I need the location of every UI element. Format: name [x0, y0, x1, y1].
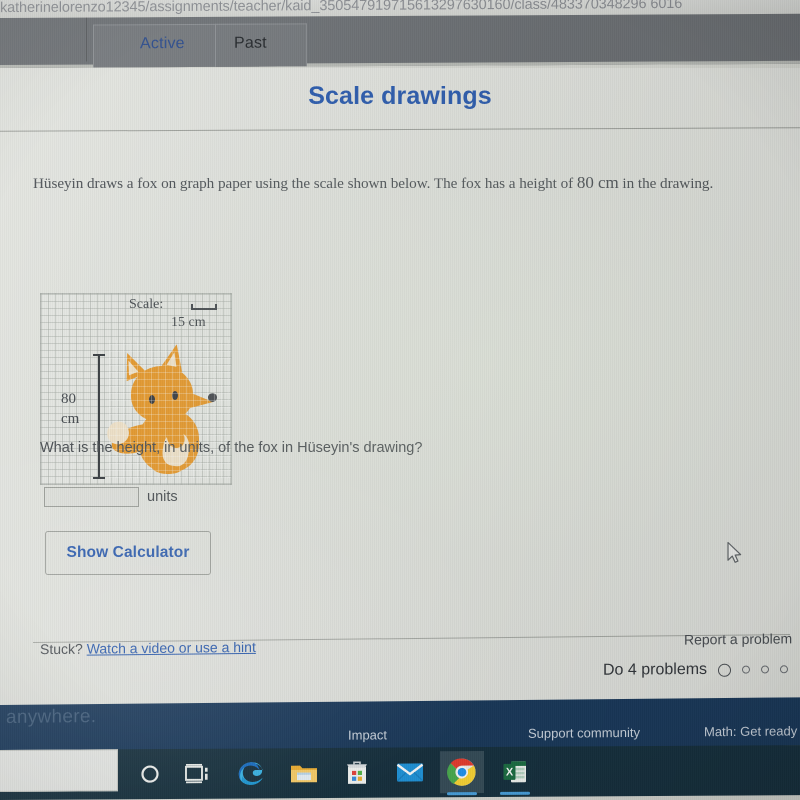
footer-link-impact[interactable]: Impact — [348, 727, 387, 742]
url-text: katherinelorenzo12345/assignments/teache… — [0, 0, 683, 17]
answer-row: units — [44, 487, 178, 507]
exercise-page: Scale drawings Hüseyin draws a fox on gr… — [0, 68, 800, 705]
prompt-text-part1: Hüseyin draws a fox on graph paper using… — [33, 175, 577, 192]
fox-eye-right — [172, 391, 178, 400]
fox-eye-left — [149, 395, 155, 404]
chrome-running-indicator — [447, 792, 477, 796]
title-divider — [0, 127, 800, 132]
watch-video-hint-link[interactable]: Watch a video or use a hint — [87, 639, 256, 657]
report-problem-link[interactable]: Report a problem — [684, 630, 792, 647]
mail-icon[interactable] — [388, 751, 432, 793]
answer-input[interactable] — [44, 487, 139, 507]
stuck-prefix: Stuck? — [40, 640, 83, 658]
scale-tick-marker-icon — [191, 304, 217, 310]
footer-link-math-get-ready[interactable]: Math: Get ready — [704, 723, 797, 739]
chrome-icon[interactable] — [440, 751, 484, 796]
site-footer: anywhere. Impact Support community Math:… — [0, 697, 800, 753]
svg-text:X: X — [506, 766, 514, 778]
height-measure-bar-icon — [93, 354, 105, 479]
excel-icon[interactable]: X — [493, 751, 537, 795]
tab-past-label: Past — [234, 34, 267, 52]
scale-label: Scale: — [129, 297, 164, 312]
file-explorer-icon[interactable] — [282, 752, 326, 794]
prompt-text-part2: in the drawing. — [618, 175, 714, 192]
height-measure-unit: cm — [61, 411, 80, 428]
question-text: What is the height, in units, of the fox… — [40, 440, 423, 456]
scale-drawing-figure: Scale: 15 cm 80 cm — [40, 293, 232, 485]
height-measure-number: 80 — [61, 391, 76, 407]
answer-units-label: units — [147, 489, 178, 505]
show-calculator-button[interactable]: Show Calculator — [45, 531, 211, 575]
taskbar-search-box[interactable] — [0, 749, 118, 793]
progress-dot-1[interactable] — [718, 663, 731, 677]
progress-dot-4[interactable] — [780, 665, 788, 674]
cortana-icon[interactable] — [128, 753, 172, 795]
screen-photo: katherinelorenzo12345/assignments/teache… — [0, 0, 800, 800]
height-measure-label: 80 cm — [61, 389, 79, 430]
do-problems-label: Do 4 problems — [602, 660, 707, 679]
footer-ghost-text: anywhere. — [6, 706, 97, 728]
chrome-divider-left — [86, 17, 87, 62]
progress-dot-2[interactable] — [742, 665, 750, 674]
problem-prompt: Hüseyin draws a fox on graph paper using… — [33, 173, 793, 193]
tab-active-label: Active — [140, 35, 185, 53]
footer-link-support-community[interactable]: Support community — [528, 725, 640, 741]
progress-dot-3[interactable] — [761, 665, 769, 674]
scale-value-label: 15 cm — [171, 315, 206, 330]
do-problems-group: Do 4 problems — [603, 660, 788, 679]
stuck-hint-row: Stuck? Watch a video or use a hint — [40, 639, 256, 657]
page-title: Scale drawings — [308, 82, 492, 110]
prompt-height-value: 80 cm — [576, 173, 619, 192]
excel-running-indicator — [500, 791, 530, 795]
windows-taskbar: X — [0, 745, 800, 800]
browser-tab-strip: Active Past — [0, 13, 800, 68]
task-view-icon[interactable] — [176, 753, 220, 795]
fox-nose — [208, 393, 217, 402]
edge-icon[interactable] — [229, 752, 273, 794]
microsoft-store-icon[interactable] — [335, 752, 379, 794]
